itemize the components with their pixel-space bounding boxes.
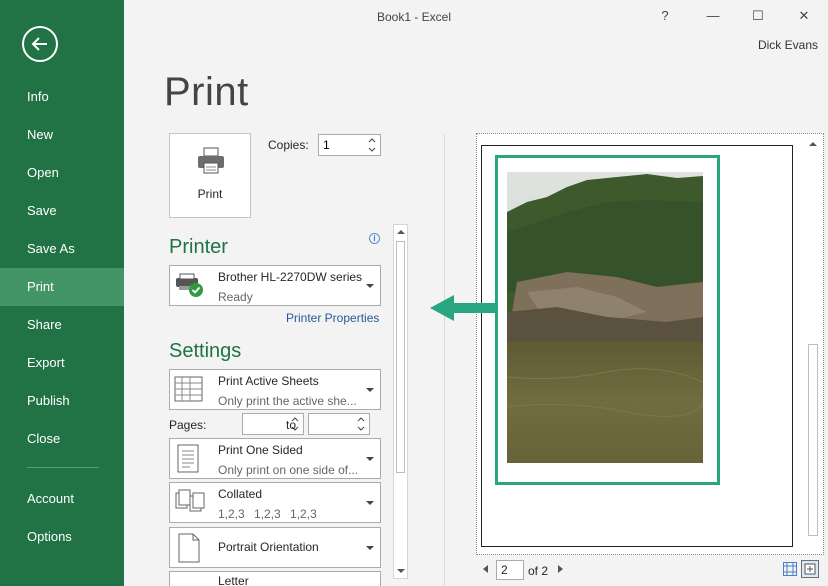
scroll-down-icon[interactable] <box>397 569 405 573</box>
collation-value: Collated <box>218 487 263 501</box>
sides-description: Only print on one side of... <box>218 463 359 477</box>
page-count: of 2 <box>528 564 549 578</box>
current-page-input[interactable]: 2 <box>496 560 524 580</box>
copies-label: Copies: <box>268 138 309 152</box>
nav-export[interactable]: Export <box>0 344 124 382</box>
minimize-button[interactable]: — <box>698 5 728 27</box>
print-what-value: Print Active Sheets <box>218 374 319 388</box>
backstage-sidebar: Info New Open Save Save As Print Share E… <box>0 0 124 586</box>
pages-label: Pages: <box>169 418 207 432</box>
copies-stepper[interactable] <box>318 134 381 156</box>
scroll-up-icon[interactable] <box>397 230 405 234</box>
printer-ready-icon <box>176 273 203 297</box>
print-what-dropdown[interactable]: Print Active Sheets Only print the activ… <box>169 369 381 410</box>
help-button[interactable]: ? <box>650 5 680 27</box>
show-margins-icon[interactable] <box>783 562 797 576</box>
sides-value: Print One Sided <box>218 443 303 457</box>
printer-name: Brother HL-2270DW series <box>218 270 363 284</box>
nav-print[interactable]: Print <box>0 268 124 306</box>
decrement-icon[interactable] <box>355 424 367 433</box>
page-title: Print <box>164 70 249 114</box>
print-button-label: Print <box>197 187 223 201</box>
printer-dropdown[interactable]: Brother HL-2270DW series Ready <box>169 265 381 306</box>
orientation-value: Portrait Orientation <box>218 540 319 554</box>
increment-icon[interactable] <box>355 415 367 424</box>
pages-from-input[interactable] <box>246 417 288 431</box>
nav-share[interactable]: Share <box>0 306 124 344</box>
printer-status: Ready <box>218 290 253 304</box>
close-window-button[interactable]: ✕ <box>789 5 819 27</box>
portrait-icon <box>178 533 200 563</box>
back-arrow-icon <box>31 37 47 51</box>
previous-page-button[interactable] <box>483 565 488 573</box>
sides-dropdown[interactable]: Print One Sided Only print on one side o… <box>169 438 381 479</box>
nav-new[interactable]: New <box>0 116 124 154</box>
increment-icon[interactable] <box>366 136 378 145</box>
pane-divider <box>444 134 445 586</box>
pages-to-input[interactable] <box>312 417 354 431</box>
info-icon[interactable]: i <box>369 233 380 244</box>
chevron-down-icon <box>366 387 374 392</box>
collated-icon <box>175 489 205 512</box>
settings-section-heading: Settings <box>169 340 242 362</box>
chevron-down-icon <box>366 545 374 550</box>
maximize-button[interactable]: ☐ <box>743 5 773 27</box>
next-page-button[interactable] <box>558 565 563 573</box>
nav-save-as[interactable]: Save As <box>0 230 124 268</box>
nav-publish[interactable]: Publish <box>0 382 124 420</box>
scroll-thumb[interactable] <box>396 241 405 473</box>
nav-separator <box>27 467 99 468</box>
window-title: Book1 - Excel <box>376 10 452 24</box>
nav-close[interactable]: Close <box>0 420 124 458</box>
image-highlight-box <box>495 155 720 485</box>
nav-options[interactable]: Options <box>0 518 124 556</box>
scroll-thumb[interactable] <box>808 344 818 536</box>
printer-properties-link[interactable]: Printer Properties <box>286 311 379 325</box>
chevron-down-icon <box>366 283 374 288</box>
back-button[interactable] <box>22 26 58 62</box>
zoom-to-page-icon[interactable] <box>801 560 819 578</box>
preview-scrollbar[interactable] <box>805 137 822 551</box>
nav-info[interactable]: Info <box>0 78 124 116</box>
callout-arrow-icon <box>430 295 496 321</box>
printer-icon <box>198 147 224 174</box>
decrement-icon[interactable] <box>366 145 378 154</box>
collation-description: 1,2,3 1,2,3 1,2,3 <box>218 507 317 521</box>
paper-size-value: Letter <box>218 574 249 586</box>
settings-scrollbar[interactable] <box>393 224 408 579</box>
orientation-dropdown[interactable]: Portrait Orientation <box>169 527 381 568</box>
nav-save[interactable]: Save <box>0 192 124 230</box>
chevron-down-icon <box>366 456 374 461</box>
title-bar: Book1 - Excel ? — ☐ ✕ <box>124 0 828 34</box>
user-account-name[interactable]: Dick Evans <box>758 38 818 52</box>
pages-to-label: to <box>286 418 297 432</box>
collation-dropdown[interactable]: Collated 1,2,3 1,2,3 1,2,3 <box>169 482 381 523</box>
nav-account[interactable]: Account <box>0 480 124 518</box>
print-what-description: Only print the active she... <box>218 394 357 408</box>
nav-open[interactable]: Open <box>0 154 124 192</box>
print-button[interactable]: Print <box>169 133 251 218</box>
copies-input[interactable] <box>323 138 363 152</box>
printer-section-heading: Printer <box>169 236 228 258</box>
active-sheets-icon <box>174 376 203 402</box>
scroll-up-icon[interactable] <box>809 142 817 146</box>
pages-to-field[interactable] <box>308 413 370 435</box>
paper-size-dropdown[interactable]: Letter <box>169 571 381 586</box>
one-sided-icon <box>177 444 199 473</box>
chevron-down-icon <box>366 500 374 505</box>
